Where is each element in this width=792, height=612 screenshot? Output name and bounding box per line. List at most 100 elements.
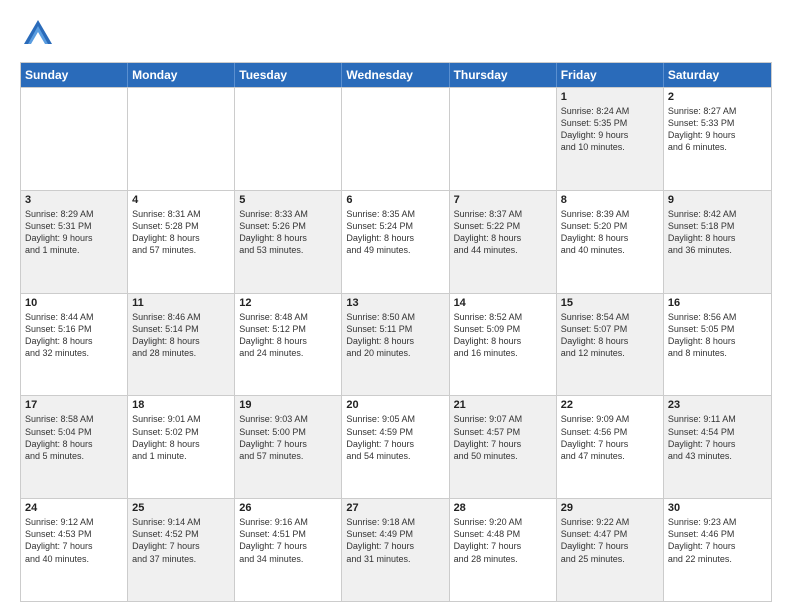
cal-cell-4-6: 30 Sunrise: 9:23 AM Sunset: 4:46 PM Dayli… xyxy=(664,499,771,601)
calendar-row-2: 10 Sunrise: 8:44 AM Sunset: 5:16 PM Dayli… xyxy=(21,293,771,396)
calendar-row-3: 17Sunrise: 8:58 AM Sunset: 5:04 PM Dayli… xyxy=(21,395,771,498)
cal-cell-2-3: 13 Sunrise: 8:50 AM Sunset: 5:11 PM Dayli… xyxy=(342,294,449,396)
day-number: 20 xyxy=(346,399,444,411)
calendar-row-4: 24 Sunrise: 9:12 AM Sunset: 4:53 PM Dayli… xyxy=(21,498,771,601)
cal-cell-3-1: 18 Sunrise: 9:01 AM Sunset: 5:02 PM Dayli… xyxy=(128,396,235,498)
page: SundayMondayTuesdayWednesdayThursdayFrid… xyxy=(0,0,792,612)
day-number: 29 xyxy=(561,502,659,514)
logo xyxy=(20,16,62,52)
day-number: 24 xyxy=(25,502,123,514)
day-info: Sunrise: 8:42 AM Sunset: 5:18 PM Dayligh… xyxy=(668,208,767,257)
day-info: Sunrise: 8:50 AM Sunset: 5:11 PM Dayligh… xyxy=(346,311,444,360)
cal-cell-0-3 xyxy=(342,88,449,190)
day-number: 8 xyxy=(561,194,659,206)
cal-cell-2-4: 14 Sunrise: 8:52 AM Sunset: 5:09 PM Dayli… xyxy=(450,294,557,396)
day-info: Sunrise: 9:23 AM Sunset: 4:46 PM Dayligh… xyxy=(668,516,767,565)
day-number: 21 xyxy=(454,399,552,411)
day-info: Sunrise: 9:18 AM Sunset: 4:49 PM Dayligh… xyxy=(346,516,444,565)
day-number: 4 xyxy=(132,194,230,206)
day-number: 6 xyxy=(346,194,444,206)
cal-cell-0-1 xyxy=(128,88,235,190)
day-number: 2 xyxy=(668,91,767,103)
day-info: Sunrise: 8:35 AM Sunset: 5:24 PM Dayligh… xyxy=(346,208,444,257)
cal-cell-2-0: 10 Sunrise: 8:44 AM Sunset: 5:16 PM Dayli… xyxy=(21,294,128,396)
logo-icon xyxy=(20,16,56,52)
cal-cell-3-4: 21 Sunrise: 9:07 AM Sunset: 4:57 PM Dayli… xyxy=(450,396,557,498)
day-info: Sunrise: 8:52 AM Sunset: 5:09 PM Dayligh… xyxy=(454,311,552,360)
cal-cell-2-6: 16 Sunrise: 8:56 AM Sunset: 5:05 PM Dayli… xyxy=(664,294,771,396)
day-number: 9 xyxy=(668,194,767,206)
day-number: 23 xyxy=(668,399,767,411)
day-number: 12 xyxy=(239,297,337,309)
day-info: Sunrise: 8:33 AM Sunset: 5:26 PM Dayligh… xyxy=(239,208,337,257)
cal-cell-0-4 xyxy=(450,88,557,190)
cal-cell-4-4: 28 Sunrise: 9:20 AM Sunset: 4:48 PM Dayli… xyxy=(450,499,557,601)
day-number: 5 xyxy=(239,194,337,206)
cal-cell-0-6: 2Sunrise: 8:27 AM Sunset: 5:33 PM Daylig… xyxy=(664,88,771,190)
day-info: Sunrise: 8:44 AM Sunset: 5:16 PM Dayligh… xyxy=(25,311,123,360)
day-number: 14 xyxy=(454,297,552,309)
day-info: Sunrise: 9:11 AM Sunset: 4:54 PM Dayligh… xyxy=(668,413,767,462)
cal-cell-2-1: 11Sunrise: 8:46 AM Sunset: 5:14 PM Dayli… xyxy=(128,294,235,396)
calendar-row-1: 3 Sunrise: 8:29 AM Sunset: 5:31 PM Daylig… xyxy=(21,190,771,293)
weekday-header-friday: Friday xyxy=(557,63,664,87)
cal-cell-4-0: 24 Sunrise: 9:12 AM Sunset: 4:53 PM Dayli… xyxy=(21,499,128,601)
cal-cell-1-5: 8 Sunrise: 8:39 AM Sunset: 5:20 PM Daylig… xyxy=(557,191,664,293)
cal-cell-3-3: 20 Sunrise: 9:05 AM Sunset: 4:59 PM Dayli… xyxy=(342,396,449,498)
day-number: 27 xyxy=(346,502,444,514)
cal-cell-2-2: 12Sunrise: 8:48 AM Sunset: 5:12 PM Dayli… xyxy=(235,294,342,396)
cal-cell-3-6: 23 Sunrise: 9:11 AM Sunset: 4:54 PM Dayli… xyxy=(664,396,771,498)
cal-cell-3-5: 22Sunrise: 9:09 AM Sunset: 4:56 PM Dayli… xyxy=(557,396,664,498)
day-number: 30 xyxy=(668,502,767,514)
cal-cell-0-2 xyxy=(235,88,342,190)
cal-cell-3-0: 17Sunrise: 8:58 AM Sunset: 5:04 PM Dayli… xyxy=(21,396,128,498)
day-number: 15 xyxy=(561,297,659,309)
cal-cell-4-2: 26 Sunrise: 9:16 AM Sunset: 4:51 PM Dayli… xyxy=(235,499,342,601)
day-info: Sunrise: 9:05 AM Sunset: 4:59 PM Dayligh… xyxy=(346,413,444,462)
day-number: 11 xyxy=(132,297,230,309)
day-info: Sunrise: 8:29 AM Sunset: 5:31 PM Dayligh… xyxy=(25,208,123,257)
day-number: 1 xyxy=(561,91,659,103)
weekday-header-wednesday: Wednesday xyxy=(342,63,449,87)
cal-cell-1-0: 3 Sunrise: 8:29 AM Sunset: 5:31 PM Daylig… xyxy=(21,191,128,293)
day-info: Sunrise: 8:58 AM Sunset: 5:04 PM Dayligh… xyxy=(25,413,123,462)
day-number: 18 xyxy=(132,399,230,411)
weekday-header-thursday: Thursday xyxy=(450,63,557,87)
calendar-row-0: 1 Sunrise: 8:24 AM Sunset: 5:35 PM Daylig… xyxy=(21,87,771,190)
day-number: 16 xyxy=(668,297,767,309)
day-info: Sunrise: 9:07 AM Sunset: 4:57 PM Dayligh… xyxy=(454,413,552,462)
cal-cell-3-2: 19Sunrise: 9:03 AM Sunset: 5:00 PM Dayli… xyxy=(235,396,342,498)
day-info: Sunrise: 9:16 AM Sunset: 4:51 PM Dayligh… xyxy=(239,516,337,565)
day-info: Sunrise: 9:12 AM Sunset: 4:53 PM Dayligh… xyxy=(25,516,123,565)
day-info: Sunrise: 8:24 AM Sunset: 5:35 PM Dayligh… xyxy=(561,105,659,154)
day-number: 22 xyxy=(561,399,659,411)
cal-cell-4-1: 25 Sunrise: 9:14 AM Sunset: 4:52 PM Dayli… xyxy=(128,499,235,601)
day-info: Sunrise: 8:56 AM Sunset: 5:05 PM Dayligh… xyxy=(668,311,767,360)
cal-cell-1-4: 7 Sunrise: 8:37 AM Sunset: 5:22 PM Daylig… xyxy=(450,191,557,293)
day-info: Sunrise: 9:03 AM Sunset: 5:00 PM Dayligh… xyxy=(239,413,337,462)
day-number: 7 xyxy=(454,194,552,206)
weekday-header-saturday: Saturday xyxy=(664,63,771,87)
day-number: 25 xyxy=(132,502,230,514)
day-info: Sunrise: 9:20 AM Sunset: 4:48 PM Dayligh… xyxy=(454,516,552,565)
day-number: 28 xyxy=(454,502,552,514)
weekday-header-sunday: Sunday xyxy=(21,63,128,87)
day-info: Sunrise: 8:39 AM Sunset: 5:20 PM Dayligh… xyxy=(561,208,659,257)
calendar: SundayMondayTuesdayWednesdayThursdayFrid… xyxy=(20,62,772,602)
day-number: 3 xyxy=(25,194,123,206)
cal-cell-0-0 xyxy=(21,88,128,190)
day-info: Sunrise: 9:22 AM Sunset: 4:47 PM Dayligh… xyxy=(561,516,659,565)
cal-cell-1-6: 9 Sunrise: 8:42 AM Sunset: 5:18 PM Daylig… xyxy=(664,191,771,293)
day-info: Sunrise: 9:14 AM Sunset: 4:52 PM Dayligh… xyxy=(132,516,230,565)
weekday-header-tuesday: Tuesday xyxy=(235,63,342,87)
header xyxy=(20,16,772,52)
day-info: Sunrise: 8:37 AM Sunset: 5:22 PM Dayligh… xyxy=(454,208,552,257)
calendar-body: 1 Sunrise: 8:24 AM Sunset: 5:35 PM Daylig… xyxy=(21,87,771,601)
day-info: Sunrise: 9:01 AM Sunset: 5:02 PM Dayligh… xyxy=(132,413,230,462)
cal-cell-1-3: 6 Sunrise: 8:35 AM Sunset: 5:24 PM Daylig… xyxy=(342,191,449,293)
weekday-header-monday: Monday xyxy=(128,63,235,87)
day-number: 13 xyxy=(346,297,444,309)
day-number: 26 xyxy=(239,502,337,514)
day-number: 10 xyxy=(25,297,123,309)
cal-cell-0-5: 1 Sunrise: 8:24 AM Sunset: 5:35 PM Daylig… xyxy=(557,88,664,190)
